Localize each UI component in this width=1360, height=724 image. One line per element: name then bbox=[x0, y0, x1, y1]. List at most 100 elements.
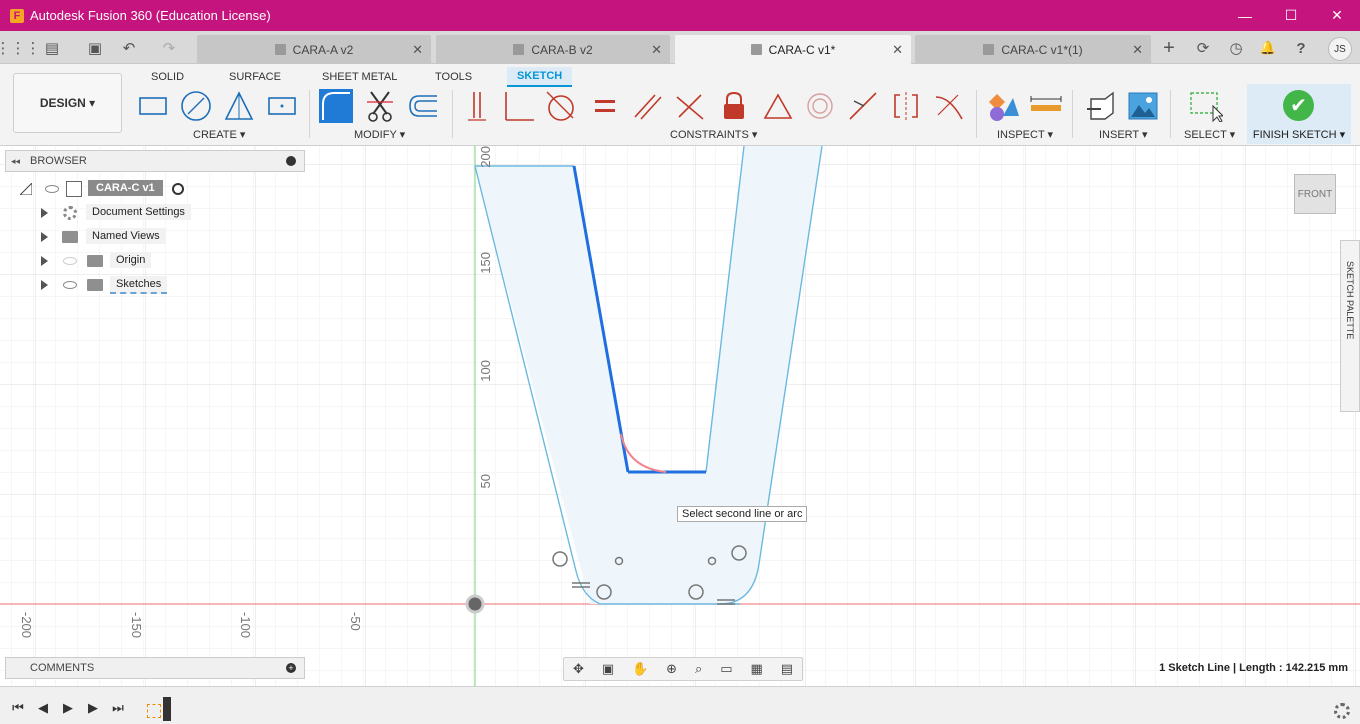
trim-scissors-icon[interactable] bbox=[363, 89, 397, 123]
timeline-settings-gear-icon[interactable] bbox=[1334, 703, 1350, 719]
go-to-start-icon[interactable]: ⏮ bbox=[10, 700, 26, 715]
rectangle-tool-icon[interactable] bbox=[136, 89, 170, 123]
sketch-geometry[interactable] bbox=[0, 146, 1360, 686]
tab-cara-a[interactable]: CARA-A v2 ✕ bbox=[197, 35, 431, 64]
job-status-icon[interactable]: ⟳ bbox=[1192, 37, 1214, 59]
shapes-inspect-icon[interactable] bbox=[985, 89, 1019, 123]
expand-triangle-icon[interactable] bbox=[41, 280, 48, 290]
viewports-icon[interactable]: ▤ bbox=[781, 661, 793, 677]
symmetry-constraint-icon[interactable] bbox=[889, 89, 923, 123]
minimize-button[interactable]: — bbox=[1222, 0, 1268, 31]
tab-surface[interactable]: SURFACE bbox=[229, 67, 281, 87]
zoom-icon[interactable]: ⊕ bbox=[666, 661, 677, 677]
maximize-button[interactable]: ☐ bbox=[1268, 0, 1314, 31]
point-rectangle-tool-icon[interactable] bbox=[265, 89, 299, 123]
expand-triangle-icon[interactable] bbox=[20, 183, 32, 195]
expand-triangle-icon[interactable] bbox=[41, 232, 48, 242]
browser-panel-header[interactable]: ◂◂ BROWSER bbox=[5, 150, 305, 172]
inspect-menu[interactable]: INSPECT ▾ bbox=[997, 128, 1053, 141]
tab-solid[interactable]: SOLID bbox=[151, 67, 184, 87]
fillet-tool-icon[interactable] bbox=[319, 89, 353, 123]
browser-item-document-settings[interactable]: Document Settings bbox=[40, 203, 200, 223]
constraints-menu[interactable]: CONSTRAINTS ▾ bbox=[670, 128, 757, 141]
curvature-constraint-icon[interactable] bbox=[932, 89, 966, 123]
expand-triangle-icon[interactable] bbox=[41, 256, 48, 266]
sketch-feature-icon[interactable] bbox=[147, 704, 161, 718]
tab-sheet-metal[interactable]: SHEET METAL bbox=[322, 67, 397, 87]
origin-point[interactable] bbox=[465, 594, 485, 614]
browser-item-origin[interactable]: Origin bbox=[40, 251, 200, 271]
display-settings-icon[interactable]: ▭ bbox=[720, 661, 732, 677]
redo-icon[interactable]: ↷ bbox=[158, 37, 180, 59]
add-comment-icon[interactable]: + bbox=[286, 663, 296, 673]
insert-derive-icon[interactable] bbox=[1084, 89, 1118, 123]
expand-triangle-icon[interactable] bbox=[41, 208, 48, 218]
tangent-constraint-icon[interactable] bbox=[544, 89, 578, 123]
perpendicular-cross-icon[interactable] bbox=[673, 89, 707, 123]
orbit-constrained-icon[interactable]: ✥ bbox=[573, 661, 584, 677]
new-tab-icon[interactable]: + bbox=[1158, 37, 1180, 59]
timeline-marker[interactable] bbox=[163, 697, 171, 721]
user-avatar[interactable]: JS bbox=[1328, 37, 1352, 61]
look-at-icon[interactable]: ▣ bbox=[602, 661, 614, 677]
close-tab-icon[interactable]: ✕ bbox=[412, 42, 423, 58]
equal-constraint-icon[interactable] bbox=[588, 89, 622, 123]
browser-item-named-views[interactable]: Named Views bbox=[40, 227, 200, 247]
browser-minimize-icon[interactable] bbox=[286, 156, 296, 166]
triangle-constraint-icon[interactable] bbox=[761, 89, 795, 123]
hidden-eye-icon[interactable] bbox=[63, 257, 77, 265]
tab-cara-c[interactable]: CARA-C v1* ✕ bbox=[675, 35, 911, 64]
play-icon[interactable]: ▶ bbox=[60, 700, 76, 715]
select-menu[interactable]: SELECT ▾ bbox=[1184, 128, 1235, 141]
grid-settings-icon[interactable]: ▦ bbox=[750, 661, 762, 677]
finish-sketch-button[interactable]: ✔ FINISH SKETCH ▾ bbox=[1247, 84, 1351, 144]
fit-icon[interactable]: ⌕ bbox=[695, 661, 702, 677]
component-icon bbox=[983, 44, 995, 55]
concentric-constraint-icon[interactable] bbox=[803, 89, 837, 123]
insert-menu[interactable]: INSERT ▾ bbox=[1099, 128, 1148, 141]
circle-tool-icon[interactable] bbox=[179, 89, 213, 123]
browser-root-component[interactable]: CARA-C v1 bbox=[20, 179, 190, 199]
step-back-icon[interactable]: ◀ bbox=[35, 700, 51, 715]
comments-panel-header[interactable]: COMMENTS + bbox=[5, 657, 305, 679]
visibility-eye-icon[interactable] bbox=[45, 185, 59, 193]
tab-tools[interactable]: TOOLS bbox=[435, 67, 472, 87]
tab-cara-b[interactable]: CARA-B v2 ✕ bbox=[436, 35, 670, 64]
close-window-button[interactable]: ✕ bbox=[1314, 0, 1360, 31]
parallel-constraint-icon[interactable] bbox=[631, 89, 665, 123]
triangle-tool-icon[interactable] bbox=[222, 89, 256, 123]
file-menu-icon[interactable]: ▤ bbox=[41, 37, 63, 59]
close-tab-icon[interactable]: ✕ bbox=[1132, 42, 1143, 58]
tab-sketch[interactable]: SKETCH bbox=[507, 67, 573, 87]
close-tab-icon[interactable]: ✕ bbox=[892, 42, 903, 58]
clock-icon[interactable]: ◷ bbox=[1225, 37, 1247, 59]
perpendicular-constraint-icon[interactable] bbox=[502, 89, 536, 123]
sketch-palette-tab[interactable]: SKETCH PALETTE bbox=[1340, 240, 1360, 412]
activate-radio-icon[interactable] bbox=[172, 183, 184, 195]
pan-hand-icon[interactable]: ✋ bbox=[632, 661, 648, 677]
collapse-browser-icon[interactable]: ◂◂ bbox=[11, 156, 20, 167]
save-icon[interactable]: ▣ bbox=[84, 37, 106, 59]
workspace-switcher[interactable]: DESIGN ▾ bbox=[13, 73, 122, 133]
browser-item-sketches[interactable]: Sketches bbox=[40, 275, 200, 295]
modify-menu[interactable]: MODIFY ▾ bbox=[354, 128, 405, 141]
undo-icon[interactable]: ↶ bbox=[118, 37, 140, 59]
measure-ruler-icon[interactable] bbox=[1029, 89, 1063, 123]
view-cube[interactable]: FRONT bbox=[1294, 174, 1336, 214]
app-grid-icon[interactable]: ⋮⋮⋮ bbox=[0, 37, 41, 59]
notifications-icon[interactable]: 🔔 bbox=[1257, 37, 1279, 59]
tab-cara-c-copy[interactable]: CARA-C v1*(1) ✕ bbox=[915, 35, 1151, 64]
sketch-canvas[interactable]: 200 150 100 50 -200 -150 -100 -50 bbox=[0, 146, 1360, 686]
midpoint-constraint-icon[interactable] bbox=[846, 89, 880, 123]
help-icon[interactable]: ? bbox=[1290, 37, 1312, 59]
visibility-eye-icon[interactable] bbox=[63, 281, 77, 289]
fix-lock-icon[interactable] bbox=[717, 89, 751, 123]
go-to-end-icon[interactable]: ⏭ bbox=[110, 700, 126, 715]
step-forward-icon[interactable]: ▶ bbox=[85, 700, 101, 715]
close-tab-icon[interactable]: ✕ bbox=[651, 42, 662, 58]
select-window-icon[interactable] bbox=[1189, 89, 1223, 123]
insert-image-icon[interactable] bbox=[1126, 89, 1160, 123]
horizontal-vertical-constraint-icon[interactable] bbox=[460, 89, 494, 123]
create-menu[interactable]: CREATE ▾ bbox=[193, 128, 245, 141]
offset-tool-icon[interactable] bbox=[406, 89, 440, 123]
